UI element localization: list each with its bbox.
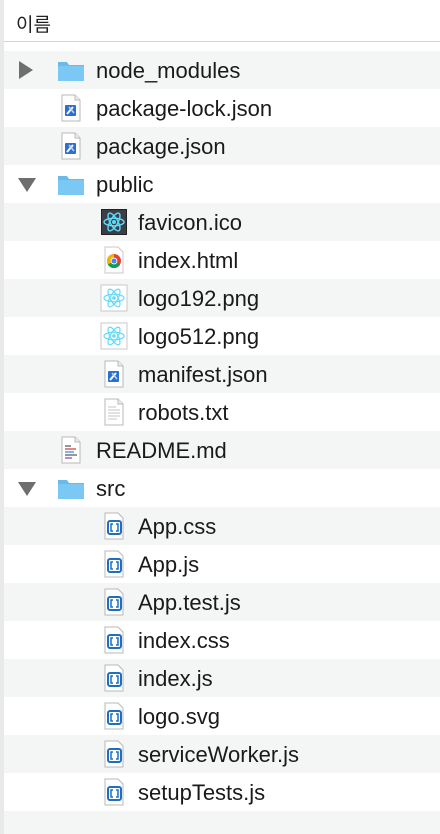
- folder-icon: [58, 480, 84, 499]
- code-file-icon: [104, 702, 124, 730]
- code-file-icon: [104, 588, 124, 616]
- react-logo-image-icon: [100, 284, 128, 312]
- tree-row-package-lock-json[interactable]: package-lock.json: [4, 89, 440, 127]
- disclosure-collapsed-icon[interactable]: [19, 61, 33, 79]
- tree-row-logo512-png[interactable]: logo512.png: [4, 317, 440, 355]
- react-logo-image-icon: [100, 322, 128, 350]
- tree-row-label: favicon.ico: [138, 210, 242, 235]
- code-file-icon: [104, 740, 124, 768]
- tree-row-label: public: [96, 172, 154, 197]
- tree-row-label: index.js: [138, 666, 213, 691]
- tree-row-label: App.css: [138, 514, 217, 539]
- file-tree: node_modules package-lock.json package.j…: [4, 51, 440, 811]
- column-header-name-label: 이름: [16, 15, 51, 36]
- tree-row-readme-md[interactable]: README.md: [4, 431, 440, 469]
- markdown-file-icon: [61, 436, 81, 464]
- disclosure-expanded-icon[interactable]: [18, 178, 36, 192]
- tree-row-package-json[interactable]: package.json: [4, 127, 440, 165]
- code-file-icon: [104, 664, 124, 692]
- code-file-icon: [104, 778, 124, 806]
- tree-row-favicon-ico[interactable]: favicon.ico: [4, 203, 440, 241]
- chrome-icon: [104, 246, 124, 274]
- code-file-icon: [104, 626, 124, 654]
- tree-row-label: README.md: [96, 438, 227, 463]
- tree-row-index-html[interactable]: index.html: [4, 241, 440, 279]
- tree-row-setuptests-js[interactable]: setupTests.js: [4, 773, 440, 811]
- code-file-icon: [104, 550, 124, 578]
- tree-row-label: logo.svg: [138, 704, 220, 729]
- react-icon: [101, 209, 127, 235]
- tree-row-label: serviceWorker.js: [138, 742, 299, 767]
- tree-row-label: src: [96, 476, 126, 501]
- tree-row-app-css[interactable]: App.css: [4, 507, 440, 545]
- tree-row-logo192-png[interactable]: logo192.png: [4, 279, 440, 317]
- tree-row-app-js[interactable]: App.js: [4, 545, 440, 583]
- tree-row-label: index.css: [138, 628, 230, 653]
- tree-row-label: manifest.json: [138, 362, 268, 387]
- tree-row-app-test-js[interactable]: App.test.js: [4, 583, 440, 621]
- tree-row-label: logo192.png: [138, 286, 260, 311]
- column-header[interactable]: 이름: [4, 0, 440, 42]
- tree-row-logo-svg[interactable]: logo.svg: [4, 697, 440, 735]
- folder-icon: [58, 62, 84, 81]
- tree-row-label: App.test.js: [138, 590, 241, 615]
- json-file-icon: [104, 360, 124, 388]
- tree-row-robots-txt[interactable]: robots.txt: [4, 393, 440, 431]
- tree-row-node-modules[interactable]: node_modules: [4, 51, 440, 89]
- empty-row-stripe: [4, 811, 440, 834]
- tree-row-manifest-json[interactable]: manifest.json: [4, 355, 440, 393]
- tree-row-label: node_modules: [96, 58, 241, 83]
- tree-row-public[interactable]: public: [4, 165, 440, 203]
- tree-row-label: setupTests.js: [138, 780, 266, 805]
- tree-row-index-js[interactable]: index.js: [4, 659, 440, 697]
- tree-row-label: package-lock.json: [96, 96, 273, 121]
- json-file-icon: [61, 94, 81, 122]
- tree-row-label: logo512.png: [138, 324, 260, 349]
- text-file-icon: [104, 398, 124, 426]
- tree-row-label: package.json: [96, 134, 226, 159]
- tree-row-label: index.html: [138, 248, 239, 273]
- tree-row-src[interactable]: src: [4, 469, 440, 507]
- tree-row-label: App.js: [138, 552, 200, 577]
- tree-row-serviceworker-js[interactable]: serviceWorker.js: [4, 735, 440, 773]
- folder-icon: [58, 176, 84, 195]
- tree-row-label: robots.txt: [138, 400, 229, 425]
- json-file-icon: [61, 132, 81, 160]
- code-file-icon: [104, 512, 124, 540]
- tree-row-index-css[interactable]: index.css: [4, 621, 440, 659]
- disclosure-expanded-icon[interactable]: [18, 482, 36, 496]
- finder-window: 이름 node_modules package-lock.json packag…: [0, 0, 440, 834]
